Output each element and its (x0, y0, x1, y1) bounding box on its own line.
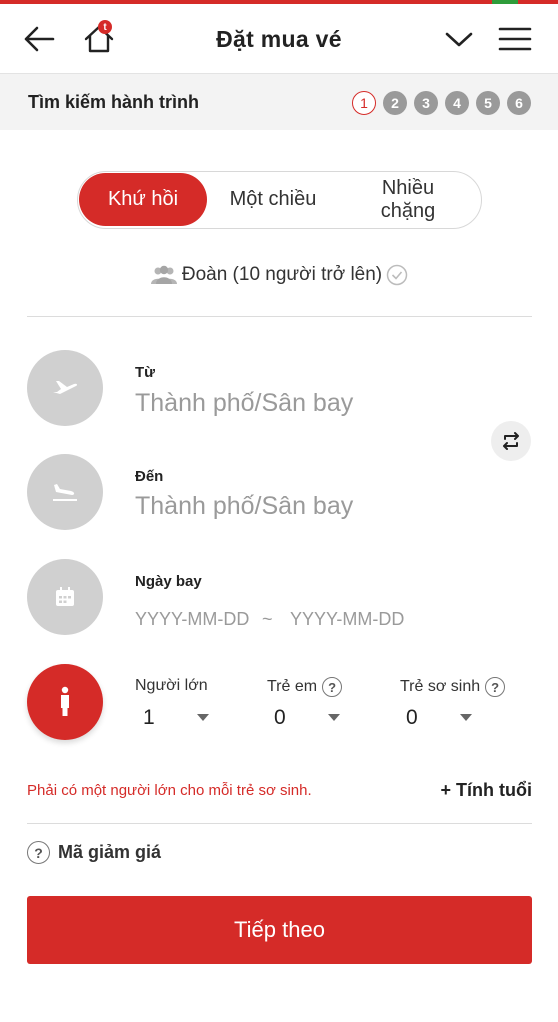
dropdown-caret-icon (328, 714, 340, 721)
date-icon-circle (27, 559, 103, 635)
dropdown-caret-icon (197, 714, 209, 721)
menu-button[interactable] (492, 16, 538, 62)
dropdown-toggle-button[interactable] (436, 16, 482, 62)
promo-help-icon[interactable]: ? (27, 841, 50, 864)
dropdown-caret-icon (460, 714, 472, 721)
multi-city-label: Nhiều chặng (380, 176, 436, 222)
group-booking-label: Đoàn (10 người trở lên) (181, 264, 383, 285)
child-label: Trẻ em ? (267, 677, 343, 697)
passenger-icon-circle (27, 664, 103, 740)
step-4: 4 (445, 91, 469, 115)
to-label: Đến (135, 468, 164, 485)
step-3: 3 (414, 91, 438, 115)
swap-route-button[interactable] (491, 421, 531, 461)
step-1: 1 (352, 91, 376, 115)
departure-icon-circle (27, 350, 103, 426)
from-input[interactable]: Thành phố/Sân bay (135, 389, 353, 418)
trip-type-one-way[interactable]: Một chiều (218, 172, 328, 227)
chevron-down-icon (445, 32, 473, 47)
trip-type-round-trip[interactable]: Khứ hồi (79, 173, 207, 226)
to-input[interactable]: Thành phố/Sân bay (135, 492, 353, 521)
step-title: Tìm kiếm hành trình (28, 92, 200, 112)
infant-label-text: Trẻ sơ sinh (400, 678, 481, 695)
infant-select[interactable]: 0 (406, 705, 476, 731)
next-button[interactable]: Tiếp theo (27, 896, 532, 964)
promo-label: Mã giảm giá (58, 842, 162, 862)
depart-date-input[interactable]: YYYY-MM-DD (135, 609, 249, 630)
plane-takeoff-icon (53, 381, 78, 394)
adult-label: Người lớn (135, 677, 208, 695)
app-header: t Đặt mua vé (0, 4, 558, 74)
return-date-input[interactable]: YYYY-MM-DD (290, 609, 404, 630)
adult-label-text: Người lớn (135, 677, 208, 694)
from-label: Từ (135, 364, 156, 381)
step-2: 2 (383, 91, 407, 115)
child-count: 0 (274, 706, 286, 729)
group-booking-toggle[interactable]: Đoàn (10 người trở lên) (0, 264, 558, 286)
age-calculator-link[interactable]: + Tính tuổi (441, 780, 533, 801)
section-divider (27, 823, 532, 824)
child-select[interactable]: 0 (274, 705, 344, 731)
infant-count: 0 (406, 706, 418, 729)
adult-select[interactable]: 1 (143, 705, 213, 731)
calendar-icon (56, 587, 74, 606)
step-5: 5 (476, 91, 500, 115)
person-icon (61, 686, 69, 716)
arrival-icon-circle (27, 454, 103, 530)
date-separator: ~ (262, 609, 273, 629)
trip-type-multi-city[interactable]: Nhiều chặng (360, 172, 456, 227)
swap-icon (503, 432, 519, 450)
adult-count: 1 (143, 706, 155, 729)
step-6: 6 (507, 91, 531, 115)
step-indicator: 1 2 3 4 5 6 (352, 91, 531, 115)
promo-code-toggle[interactable]: ? Mã giảm giá (27, 841, 161, 864)
infant-label: Trẻ sơ sinh ? (400, 677, 506, 697)
infant-help-icon[interactable]: ? (485, 677, 506, 697)
trip-type-selector: Khứ hồi Một chiều Nhiều chặng (77, 171, 482, 229)
check-circle-icon (386, 264, 408, 286)
section-divider (27, 316, 532, 317)
hamburger-icon (498, 27, 532, 51)
child-help-icon[interactable]: ? (322, 677, 343, 697)
dates-label: Ngày bay (135, 573, 202, 590)
child-label-text: Trẻ em (267, 678, 318, 695)
plane-landing-icon (53, 484, 77, 501)
group-people-icon (150, 265, 177, 284)
infant-warning: Phải có một người lớn cho mỗi trẻ sơ sin… (27, 782, 312, 799)
